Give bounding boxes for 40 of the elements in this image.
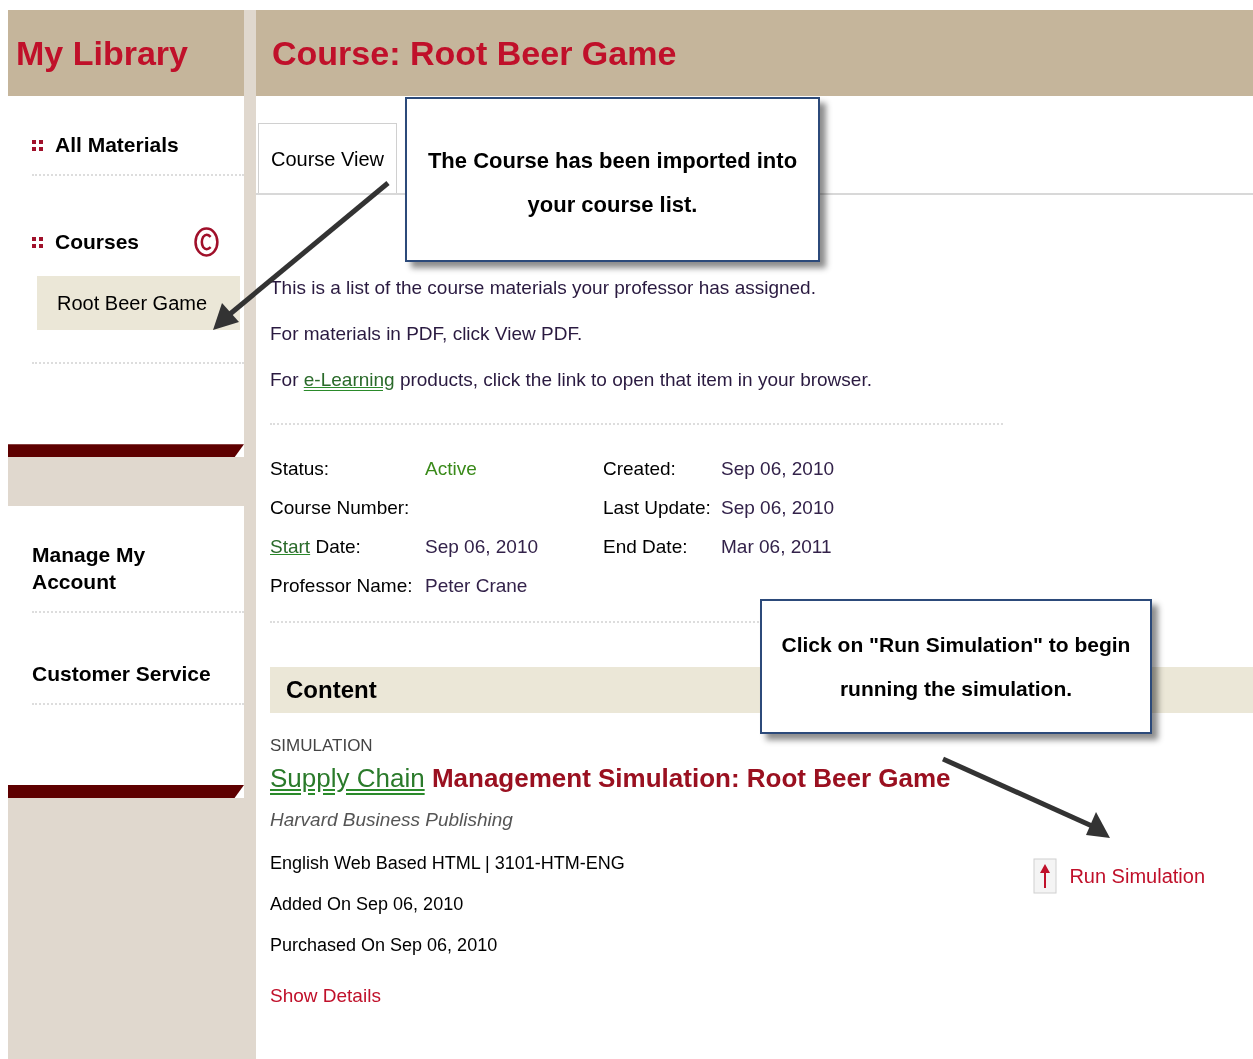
product-info: Purchased On Sep 06, 2010 (270, 934, 499, 957)
detail-value: Sep 06, 2010 (721, 496, 835, 520)
sidebar-link[interactable]: Courses (55, 229, 182, 256)
detail-label: Professor Name: (270, 574, 414, 598)
intro-text: For materials in PDF, click View PDF. (270, 322, 584, 346)
sidebar-link[interactable]: Manage My Account (32, 542, 220, 595)
e-learning-link[interactable]: e-Learning (303, 369, 395, 390)
detail-label: Last Update: (603, 496, 712, 520)
course-view-tab[interactable]: Course View (258, 123, 398, 193)
publisher-text: Harvard Business Publishing (270, 808, 514, 832)
type-label: SIMULATION (270, 735, 374, 757)
detail-value: Peter Crane (425, 574, 529, 598)
show-details-link[interactable]: Show Details (270, 982, 1034, 1011)
bullet-icon (32, 236, 43, 248)
callout-text: Click on "Run Simulation" to begin running the simulation. (780, 631, 1132, 702)
start-link[interactable]: Start (270, 536, 311, 557)
detail-value: Active (425, 457, 478, 481)
detail-label: Status: (270, 457, 331, 481)
content-heading: Content (286, 675, 377, 705)
callout-text: The Course has been imported into your course list. (426, 147, 799, 219)
supply-chain-link[interactable]: Supply Chain (270, 763, 425, 793)
detail-label: Course Number: (270, 496, 411, 520)
intro-text: This is a list of the course materials your professor has assigned. (270, 276, 817, 300)
bullet-icon (32, 139, 43, 151)
simulation-title: Supply Chain Management Simulation: Root Beer Game (270, 762, 952, 795)
detail-value: Sep 06, 2010 (425, 535, 540, 559)
sidebar-title: My Library (16, 32, 188, 74)
detail-value: Mar 06, 2011 (721, 535, 833, 559)
detail-label: Created: (603, 457, 677, 481)
run-simulation-button[interactable]: Run Simulation (1033, 858, 1205, 894)
intro-text: For e-Learning products, click the link to open that item in your browser. (270, 368, 873, 392)
product-info: English Web Based HTML | 3101-HTM-ENG (270, 852, 626, 875)
detail-label: End Date: (603, 535, 689, 559)
detail-value: Sep 06, 2010 (721, 457, 835, 481)
detail-label: Start Date: (270, 535, 362, 559)
sidebar-link[interactable]: All Materials (55, 132, 205, 159)
page-title: Course: Root Beer Game (272, 32, 677, 74)
course-item[interactable]: Root Beer Game (37, 276, 240, 331)
product-info: Added On Sep 06, 2010 (270, 893, 465, 916)
sidebar-link[interactable]: Customer Service (32, 660, 220, 687)
